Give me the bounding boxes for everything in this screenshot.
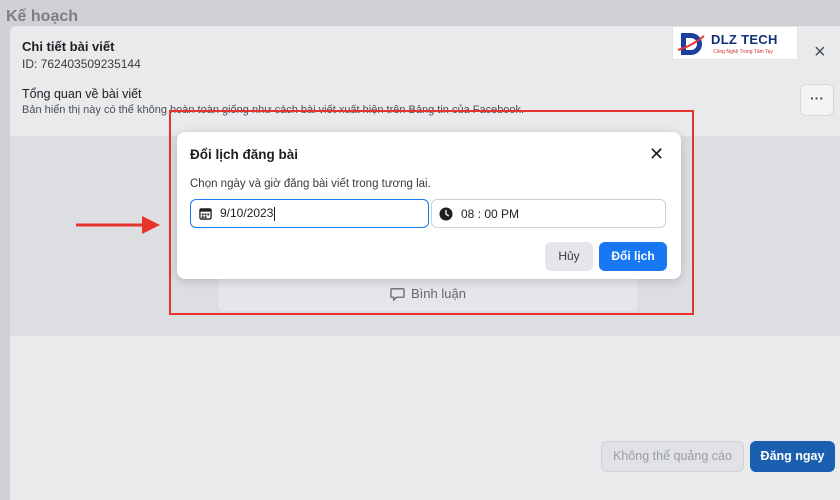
close-icon[interactable]: ✕ [649,145,664,163]
time-value: 08 : 00 PM [461,206,520,221]
calendar-icon [199,208,212,220]
text-caret [274,206,276,221]
logo-brand: DLZ TECH [711,32,778,47]
dlz-tech-logo: DLZ TECH Công Nghệ Trong Tầm Tay [672,26,798,60]
cancel-button[interactable]: Hủy [545,242,593,271]
overview-title: Tổng quan về bài viết [22,87,142,101]
post-now-button[interactable]: Đăng ngay [750,441,835,472]
reschedule-button[interactable]: Đổi lịch [599,242,667,271]
dialog-description: Chọn ngày và giờ đăng bài viết trong tươ… [190,178,431,190]
post-details-title: Chi tiết bài viết [22,39,115,54]
close-icon[interactable]: × [814,42,826,62]
cannot-boost-button[interactable]: Không thể quảng cáo [601,441,744,472]
dialog-title: Đổi lịch đăng bài [190,147,299,162]
more-options-button[interactable]: ··· [800,84,834,116]
background-page-title: Kế hoạch [6,8,79,25]
clock-icon [439,207,453,220]
date-value: 9/10/2023 [220,206,274,221]
logo-tagline: Công Nghệ Trong Tầm Tay [713,49,773,55]
reschedule-dialog: Đổi lịch đăng bài ✕ Chọn ngày và giờ đăn… [177,132,681,279]
logo-mark-icon [677,33,705,55]
time-input[interactable]: 08 : 00 PM [431,199,666,228]
date-input[interactable]: 9/10/2023 [190,199,429,228]
post-id: ID: 762403509235144 [22,57,141,71]
arrow-right-icon [76,216,160,234]
